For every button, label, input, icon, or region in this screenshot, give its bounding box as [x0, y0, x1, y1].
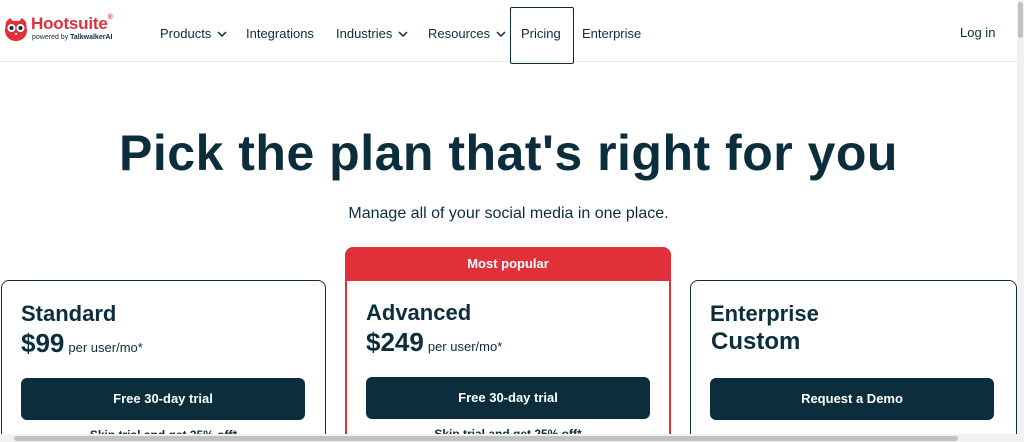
price-unit: per user/mo* — [427, 339, 503, 354]
plan-card-standard: Standard $99 per user/mo* Free 30-day tr… — [1, 280, 326, 442]
chevron-down-icon — [217, 30, 227, 37]
chevron-down-icon — [496, 30, 506, 37]
page-title: Pick the plan that's right for you — [119, 125, 898, 181]
scrollbar-thumb[interactable] — [14, 436, 958, 441]
plan-card-enterprise: Enterprise Custom Request a Demo — [690, 280, 1017, 442]
plan-name: Standard — [21, 301, 117, 326]
nav-pricing[interactable]: Pricing — [521, 26, 561, 41]
owl-logo-icon — [5, 18, 27, 41]
top-navigation: Hootsuite® powered by TalkwalkerAI Produ… — [0, 0, 1017, 64]
nav-products[interactable]: Products — [160, 26, 227, 41]
nav-industries[interactable]: Industries — [336, 26, 408, 41]
brand-name: Hootsuite® — [31, 14, 113, 33]
price-amount: $99 — [21, 328, 65, 358]
scrollbar-thumb[interactable] — [1018, 2, 1023, 38]
plan-card-advanced: Advanced $249 per user/mo* Free 30-day t… — [345, 280, 671, 442]
nav-enterprise[interactable]: Enterprise — [582, 26, 641, 41]
hootsuite-logo[interactable]: Hootsuite® powered by TalkwalkerAI — [3, 14, 128, 46]
free-trial-button[interactable]: Free 30-day trial — [366, 377, 650, 419]
chevron-down-icon — [398, 30, 408, 37]
plan-price: $249 per user/mo* — [366, 327, 502, 358]
horizontal-scrollbar[interactable] — [0, 434, 1017, 442]
request-demo-button[interactable]: Request a Demo — [710, 378, 994, 420]
nav-resources[interactable]: Resources — [428, 26, 506, 41]
plan-name: Advanced — [366, 300, 472, 325]
most-popular-banner: Most popular — [345, 247, 671, 281]
brand-tagline: powered by TalkwalkerAI — [32, 34, 113, 41]
plan-price: $99 per user/mo* — [21, 328, 143, 359]
login-link[interactable]: Log in — [960, 25, 995, 40]
price-amount: $249 — [366, 327, 424, 357]
vertical-scrollbar[interactable] — [1017, 0, 1024, 442]
plan-name: Enterprise — [710, 301, 819, 326]
nav-integrations[interactable]: Integrations — [246, 26, 314, 41]
free-trial-button[interactable]: Free 30-day trial — [21, 378, 305, 420]
price-unit: per user/mo* — [68, 340, 143, 355]
plan-price-custom: Custom — [711, 328, 801, 355]
page-subtitle: Manage all of your social media in one p… — [348, 205, 669, 222]
